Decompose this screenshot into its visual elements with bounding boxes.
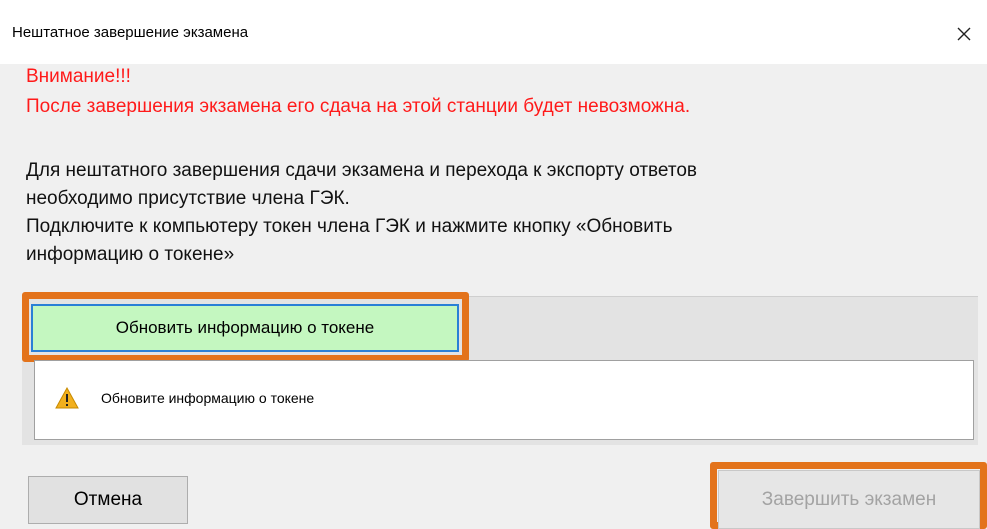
info-line-1: Для нештатного завершения сдачи экзамена… (26, 160, 698, 181)
refresh-token-button[interactable]: Обновить информацию о токене (31, 304, 459, 352)
warning-text: После завершения экзамена его сдача на э… (26, 96, 691, 117)
info-line-4: информацию о токене» (26, 244, 235, 265)
finish-exam-button[interactable]: Завершить экзамен (718, 470, 980, 529)
cancel-button[interactable]: Отмена (28, 476, 188, 524)
info-line-3: Подключите к компьютеру токен члена ГЭК … (26, 216, 673, 237)
title-bar: Нештатное завершение экзамена (0, 0, 987, 64)
token-status-box: Обновите информацию о токене (34, 360, 974, 440)
warning-icon (55, 387, 79, 409)
close-button[interactable] (941, 14, 987, 54)
close-icon (957, 27, 971, 41)
warning-heading: Внимание!!! (26, 66, 131, 87)
dialog-title: Нештатное завершение экзамена (12, 24, 249, 41)
token-status-text: Обновите информацию о токене (101, 390, 315, 406)
info-line-2: необходимо присутствие члена ГЭК. (26, 188, 350, 209)
